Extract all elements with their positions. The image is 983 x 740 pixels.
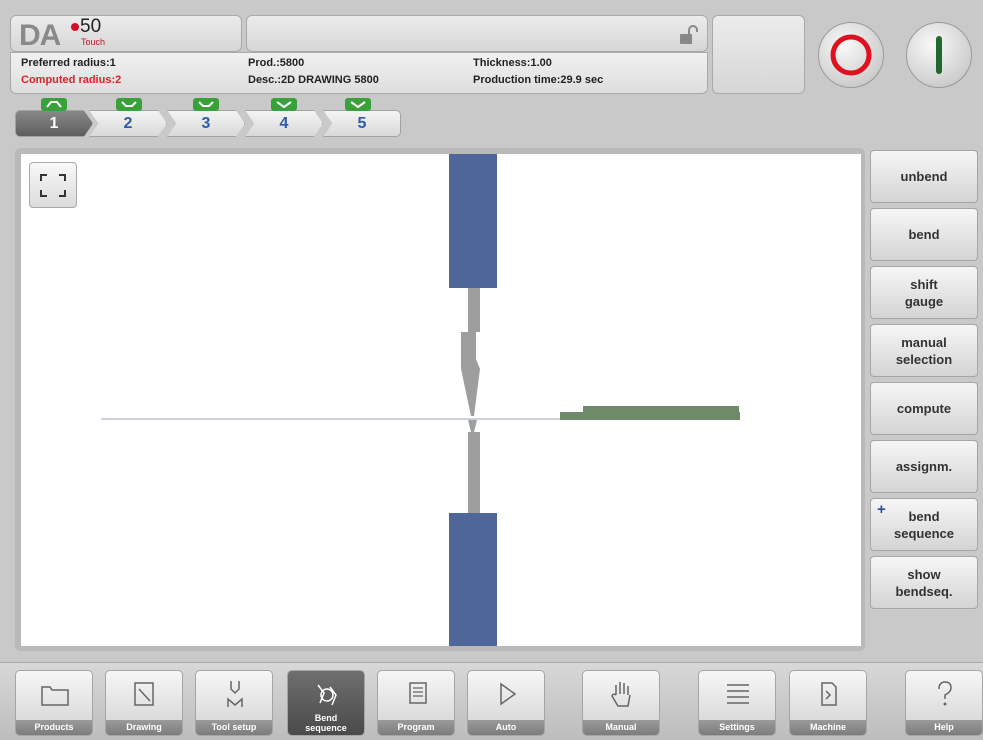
unlock-icon[interactable] [677,24,699,46]
expand-plus-icon: + [877,501,886,518]
logo-model: 50 [80,16,102,37]
nav-program[interactable]: Program [377,670,455,736]
button-label: unbend [900,169,948,184]
nav-label: Help [906,720,982,735]
bend-tabs: 1 2 3 4 5 [15,98,405,140]
bend-tab-label: 5 [357,115,367,132]
product-number: Prod.:5800 [248,57,305,69]
bend-tab-label: 1 [49,115,59,132]
bend-tab-label: 3 [201,115,211,132]
bend-tab-label: 4 [279,115,289,132]
nav-auto[interactable]: Auto [467,670,545,736]
bend-tab-5[interactable]: 5 [323,110,401,137]
nav-manual[interactable]: Manual [582,670,660,736]
nav-drawing[interactable]: Drawing [105,670,183,736]
logo-dot [71,23,79,31]
list-icon [727,684,749,704]
button-label: shift gauge [904,276,944,309]
program-icon [409,682,427,704]
bend-sequence-icon [317,684,337,706]
button-label: show bendseq. [895,566,953,599]
nav-label: Products [16,720,92,735]
bend-simulation-canvas[interactable] [21,154,861,646]
sheet-part-left [560,412,740,420]
unbend-button[interactable]: unbend [870,150,978,203]
machine-drawing [101,154,740,646]
preferred-radius: Preferred radius:1 [21,57,116,69]
tool-setup-icon [227,681,243,707]
logo-panel: DA 50 Touch [10,15,242,52]
machine-icon [821,682,837,706]
logo-brand: DA [19,19,61,52]
nav-help[interactable]: Help [905,670,983,736]
nav-tool-setup[interactable]: Tool setup [195,670,273,736]
stop-button[interactable] [818,22,884,88]
logo-edition: Touch [81,37,106,47]
drawing-icon [134,682,154,706]
button-label: bend sequence [894,508,954,541]
start-icon [936,36,942,74]
sheet-part-top [583,406,739,413]
nav-label: Auto [468,720,544,735]
bend-sequence-button[interactable]: + bend sequence [870,498,978,551]
button-label: compute [896,401,952,416]
lower-beam [449,513,497,646]
nav-label: Settings [699,720,775,735]
nav-bend-sequence[interactable]: Bend sequence [287,670,365,736]
button-label: manual selection [895,334,953,367]
bend-down-icon [193,98,219,111]
bend-tab-label: 2 [123,115,133,132]
product-title-field[interactable] [246,15,708,52]
nav-settings[interactable]: Settings [698,670,776,736]
bend-down-icon [345,98,371,111]
bend-down-icon [116,98,142,111]
production-time: Production time:29.9 sec [473,74,604,86]
product-description: Desc.:2D DRAWING 5800 [248,74,379,86]
nav-label: Bend sequence [305,713,347,733]
nav-label: Drawing [106,720,182,735]
compute-button[interactable]: compute [870,382,978,435]
manual-selection-button[interactable]: manual selection [870,324,978,377]
status-panel [712,15,805,94]
start-button[interactable] [906,22,972,88]
button-label: bend [908,227,940,242]
nav-label: Program [378,720,454,735]
bend-tab-4[interactable]: 4 [245,110,323,137]
product-info-panel: Preferred radius:1 Computed radius:2 Pro… [10,52,708,94]
play-icon [500,682,517,706]
punch-tool [461,288,480,416]
nav-label: Tool setup [196,720,272,735]
nav-products[interactable]: Products [15,670,93,736]
bend-tab-3[interactable]: 3 [167,110,245,137]
help-icon [938,681,952,706]
folder-icon [41,686,69,706]
nav-label: Manual [583,720,659,735]
bend-tab-1[interactable]: 1 [15,110,93,137]
die-tool [468,420,480,514]
computed-radius: Computed radius:2 [21,74,122,86]
bend-down-icon [271,98,297,111]
bend-tab-2[interactable]: 2 [89,110,167,137]
button-label: assignm. [895,459,953,474]
stop-icon [830,34,872,76]
bend-button[interactable]: bend [870,208,978,261]
hand-icon [611,682,631,707]
show-bendseq-button[interactable]: show bendseq. [870,556,978,609]
bend-up-icon [41,98,67,111]
nav-label: Machine [790,720,866,735]
upper-beam [449,154,497,288]
nav-machine[interactable]: Machine [789,670,867,736]
thickness: Thickness:1.00 [473,57,552,69]
assignment-button[interactable]: assignm. [870,440,978,493]
shift-gauge-button[interactable]: shift gauge [870,266,978,319]
